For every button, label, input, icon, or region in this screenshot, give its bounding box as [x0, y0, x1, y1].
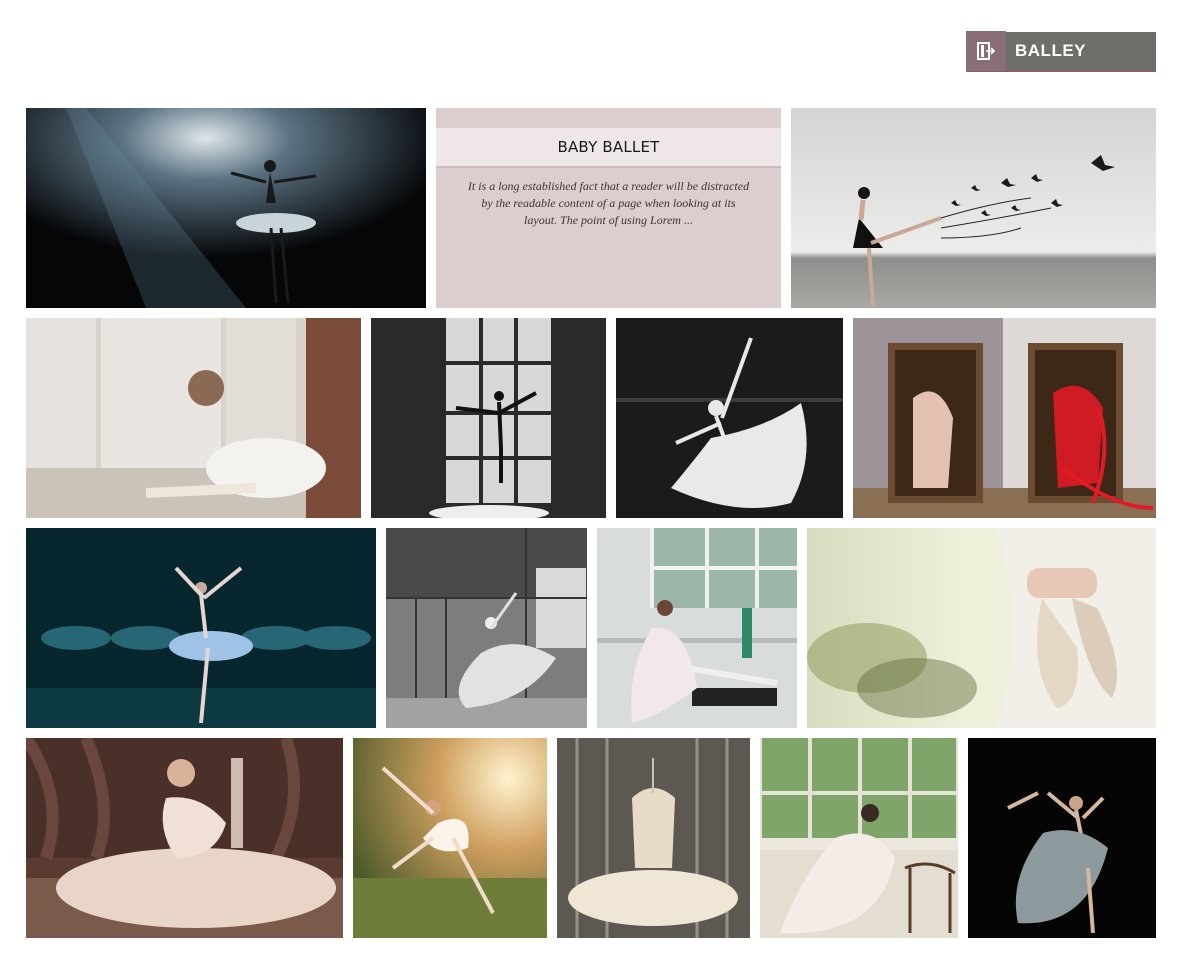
dancer-leaping-sunset-photo[interactable] [353, 738, 547, 938]
dancer-in-loft-bw-photo[interactable] [386, 528, 587, 728]
dancer-at-window-bw-photo[interactable] [371, 318, 606, 518]
dancer-seated-tulle-photo[interactable] [26, 738, 343, 938]
dancer-white-dress-bw-photo[interactable] [616, 318, 843, 518]
tutu-on-hanger-photo[interactable] [557, 738, 750, 938]
dancer-at-barre-photo[interactable] [597, 528, 797, 728]
dancer-with-birds-photo[interactable] [791, 108, 1156, 308]
ballerina-on-stage-blue-photo[interactable] [26, 528, 376, 728]
girl-by-window-photo[interactable] [26, 318, 361, 518]
logout-label: BALLEY [1015, 41, 1086, 60]
logout-button[interactable]: BALLEY [966, 31, 1156, 72]
pointe-shoes-in-boxes-photo[interactable] [853, 318, 1156, 518]
dancer-at-chair-photo[interactable] [760, 738, 958, 938]
door-exit-icon [966, 31, 1006, 71]
feature-title-bar: BABY BALLET [436, 128, 781, 168]
dancer-black-background-photo[interactable] [968, 738, 1156, 938]
feature-card-baby-ballet[interactable]: BABY BALLET It is a long established fac… [436, 108, 781, 308]
ballerina-spotlight-photo[interactable] [26, 108, 426, 308]
feature-title: BABY BALLET [557, 138, 660, 156]
feature-description: It is a long established fact that a rea… [467, 179, 750, 227]
hands-holding-ballet-shoes-photo[interactable] [807, 528, 1156, 728]
